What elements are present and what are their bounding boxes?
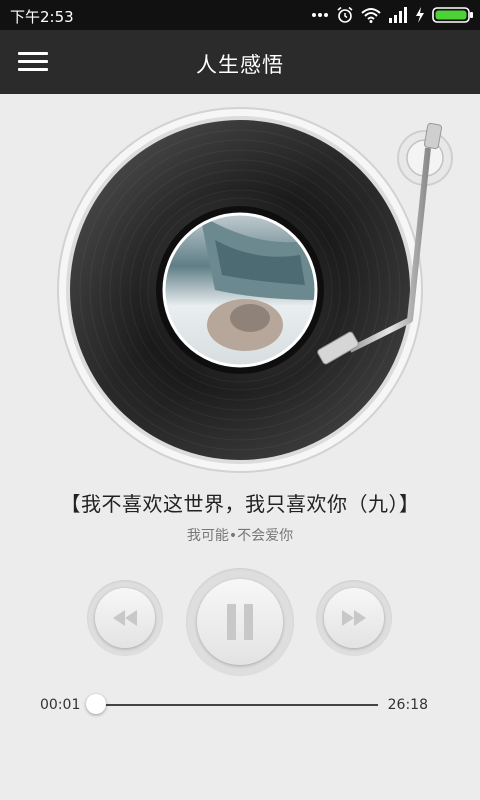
- wifi-icon: [361, 8, 381, 23]
- progress-track[interactable]: [96, 704, 378, 706]
- rewind-icon: [113, 610, 137, 626]
- status-bar: 下午2:53: [0, 0, 480, 30]
- song-title: 【我不喜欢这世界，我只喜欢你（九）】: [60, 492, 420, 516]
- rewind-button[interactable]: [87, 580, 163, 656]
- total-time: 26:18: [387, 697, 428, 713]
- fast-forward-button[interactable]: [316, 580, 392, 656]
- fast-forward-icon: [342, 610, 366, 626]
- status-time: 下午2:53: [10, 8, 74, 26]
- pause-button[interactable]: [186, 568, 294, 676]
- progress-thumb[interactable]: [86, 694, 107, 714]
- page-title: 人生感悟: [196, 53, 284, 77]
- current-time: 00:01: [40, 697, 81, 713]
- song-artist: 我可能•不会爱你: [186, 528, 294, 544]
- app-bar: 人生感悟: [0, 30, 480, 94]
- turntable: [57, 107, 453, 473]
- pause-icon: [227, 604, 253, 640]
- more-dots-icon: [312, 13, 328, 17]
- status-icons: [311, 4, 474, 26]
- alarm-icon: [337, 6, 353, 23]
- signal-icon: [389, 7, 407, 23]
- battery-icon: [432, 7, 473, 23]
- charging-icon: [416, 7, 424, 23]
